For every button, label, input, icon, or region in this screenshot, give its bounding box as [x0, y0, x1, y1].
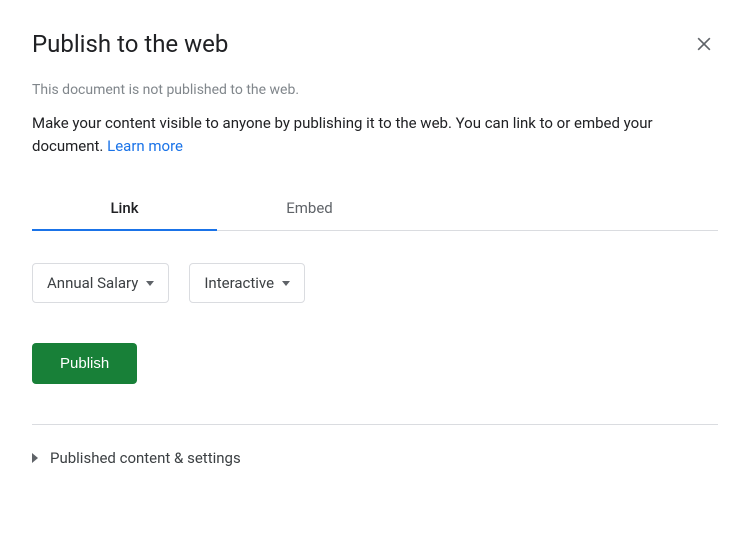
published-settings-label: Published content & settings — [50, 449, 241, 467]
dialog-description: Make your content visible to anyone by p… — [32, 112, 718, 157]
tab-embed[interactable]: Embed — [217, 187, 402, 231]
caret-down-icon — [282, 281, 290, 286]
close-icon[interactable] — [690, 30, 718, 62]
publish-status: This document is not published to the we… — [32, 82, 718, 98]
mode-dropdown-label: Interactive — [204, 274, 274, 292]
sheet-dropdown[interactable]: Annual Salary — [32, 263, 169, 303]
caret-right-icon — [32, 453, 38, 463]
learn-more-link[interactable]: Learn more — [107, 137, 183, 155]
published-settings-toggle[interactable]: Published content & settings — [32, 449, 718, 467]
caret-down-icon — [146, 281, 154, 286]
tab-link[interactable]: Link — [32, 187, 217, 231]
sheet-dropdown-label: Annual Salary — [47, 274, 138, 292]
mode-dropdown[interactable]: Interactive — [189, 263, 305, 303]
dialog-title: Publish to the web — [32, 30, 228, 58]
divider — [32, 424, 718, 425]
tab-bar: Link Embed — [32, 187, 718, 231]
dropdown-row: Annual Salary Interactive — [32, 263, 718, 303]
publish-button[interactable]: Publish — [32, 343, 137, 384]
